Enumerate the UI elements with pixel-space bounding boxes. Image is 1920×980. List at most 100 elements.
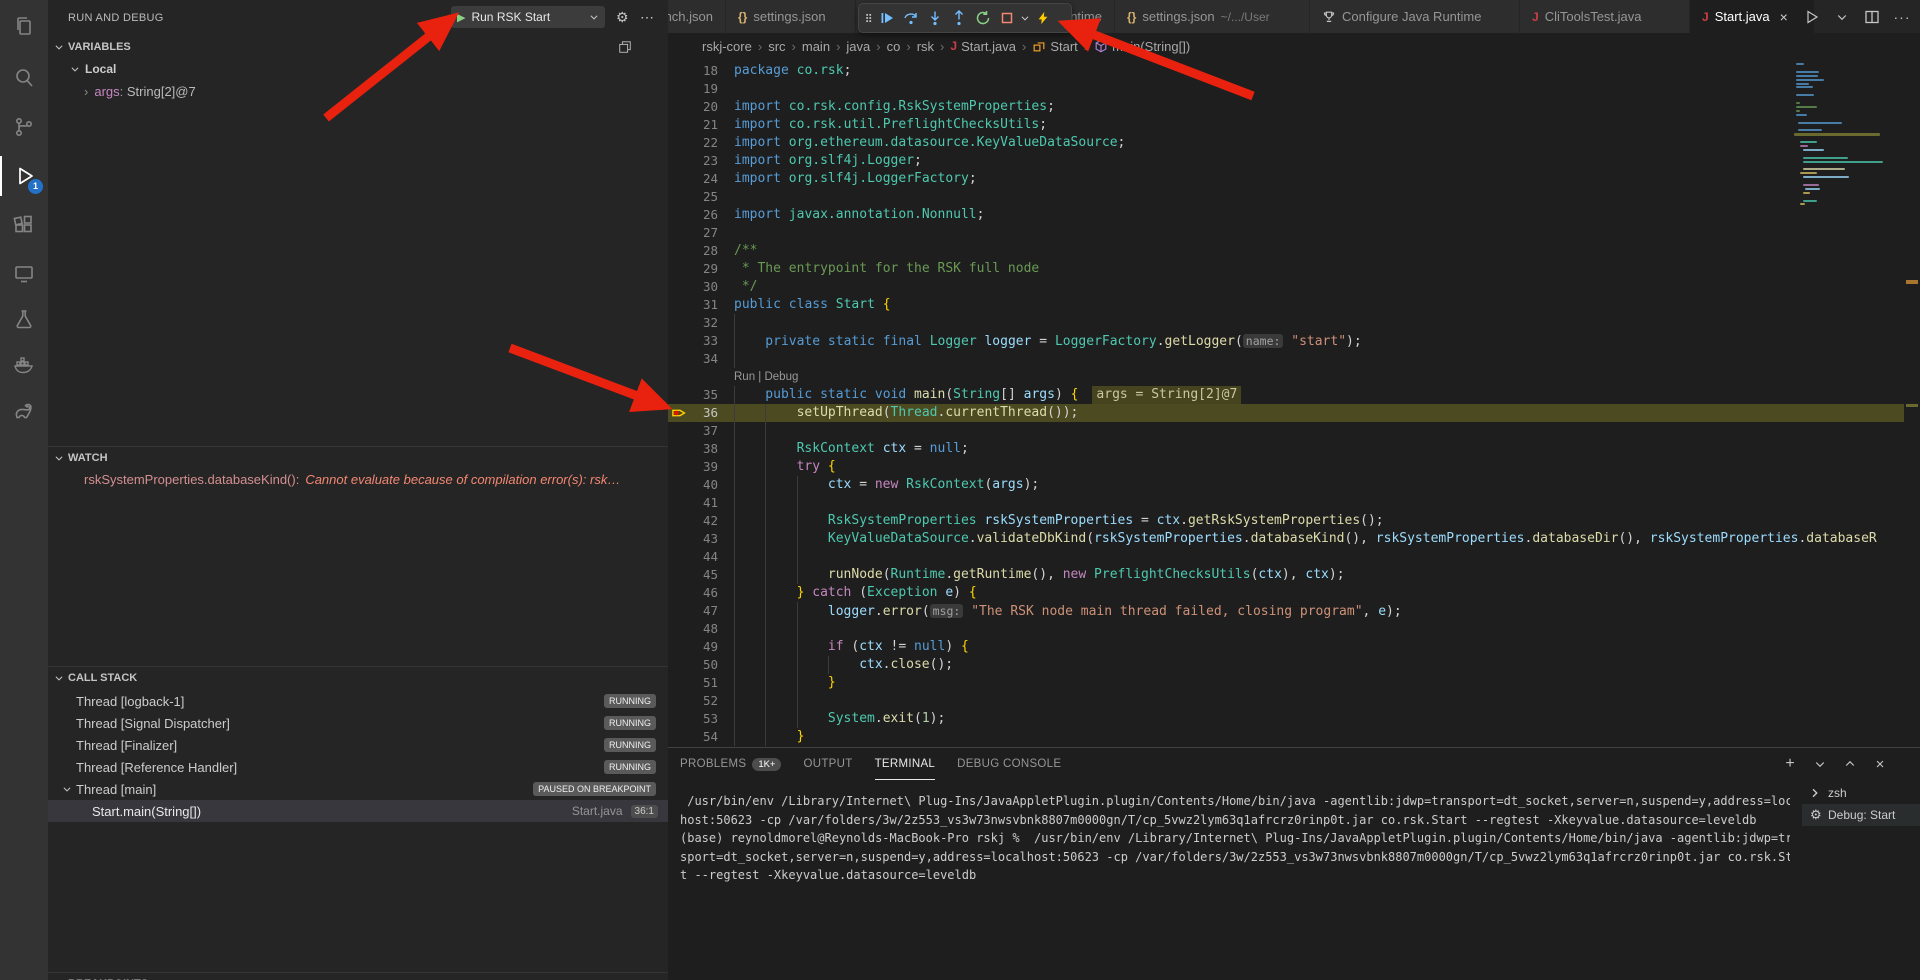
terminal-list-item-debug-start[interactable]: ⚙Debug: Start — [1802, 804, 1920, 826]
breadcrumb-item-main[interactable]: main — [802, 39, 830, 54]
step-out-button[interactable] — [947, 6, 971, 30]
activity-bar-item-remote-explorer[interactable] — [0, 254, 48, 294]
run-dropdown[interactable] — [1832, 7, 1852, 27]
activity-bar-item-run-and-debug[interactable]: 1 — [0, 156, 48, 196]
call-stack-thread-row[interactable]: Thread [logback-1]RUNNING — [48, 690, 668, 712]
code-line-41[interactable]: 41 — [668, 494, 1904, 512]
tab-start.java[interactable]: JStart.java× — [1690, 0, 1815, 33]
step-into-button[interactable] — [923, 6, 947, 30]
breadcrumb-item-co[interactable]: co — [887, 39, 901, 54]
new-terminal-button[interactable]: + — [1780, 754, 1800, 774]
maximize-panel-button[interactable] — [1840, 754, 1860, 774]
activity-bar-item-docker[interactable] — [0, 344, 48, 384]
variables-scope-local[interactable]: Local — [48, 58, 668, 80]
code-editor[interactable]: 18package co.rsk;1920import co.rsk.confi… — [668, 59, 1920, 747]
code-line-54[interactable]: 54} — [668, 728, 1904, 746]
activity-bar-item-gradle[interactable] — [0, 392, 48, 432]
gear-icon[interactable]: ⚙ — [616, 8, 629, 26]
run-button[interactable] — [1802, 7, 1822, 27]
variables-section-header[interactable]: VARIABLES — [48, 36, 668, 58]
chevron-right-icon[interactable]: › — [84, 84, 88, 99]
paused-breakpoint-icon[interactable] — [672, 406, 688, 420]
panel-tab-debug-console[interactable]: DEBUG CONSOLE — [957, 748, 1061, 780]
watch-section-header[interactable]: WATCH — [48, 446, 668, 468]
terminal-dropdown[interactable] — [1810, 754, 1830, 774]
more-actions-icon[interactable]: ⋯ — [640, 8, 654, 26]
code-line-34[interactable]: 34 — [668, 350, 1904, 368]
terminal-output[interactable]: /usr/bin/env /Library/Internet\ Plug-Ins… — [680, 792, 1790, 885]
chevron-button[interactable] — [1019, 6, 1031, 30]
breakpoints-section-header[interactable]: BREAKPOINTS — [48, 972, 668, 980]
breadcrumb-item-rsk[interactable]: rsk — [917, 39, 934, 54]
activity-bar-item-extensions[interactable] — [0, 205, 48, 245]
code-line-30[interactable]: 30 */ — [668, 278, 1904, 296]
code-line-28[interactable]: 28/** — [668, 242, 1904, 260]
code-line-20[interactable]: 20import co.rsk.config.RskSystemProperti… — [668, 98, 1904, 116]
activity-bar-item-explorer[interactable] — [0, 6, 48, 46]
activity-bar-item-source-control[interactable] — [0, 107, 48, 147]
code-line-40[interactable]: 40ctx = new RskContext(args); — [668, 476, 1904, 494]
code-lens-run-debug[interactable]: Run | Debug — [734, 368, 798, 386]
code-line-43[interactable]: 43KeyValueDataSource.validateDbKind(rskS… — [668, 530, 1904, 548]
code-line-49[interactable]: 49if (ctx != null) { — [668, 638, 1904, 656]
code-line-29[interactable]: 29 * The entrypoint for the RSK full nod… — [668, 260, 1904, 278]
variable-row[interactable]: ›args: String[2]@7 — [48, 80, 668, 102]
stop-button[interactable] — [995, 6, 1019, 30]
tab-nch.json[interactable]: nch.json — [668, 0, 726, 33]
watch-expression-row[interactable]: rskSystemProperties.databaseKind(): Cann… — [48, 468, 668, 490]
call-stack-section-header[interactable]: CALL STACK — [48, 666, 668, 688]
code-line-51[interactable]: 51} — [668, 674, 1904, 692]
tab-clitoolstest.java[interactable]: JCliToolsTest.java — [1520, 0, 1690, 33]
code-line-22[interactable]: 22import org.ethereum.datasource.KeyValu… — [668, 134, 1904, 152]
code-line-38[interactable]: 38RskContext ctx = null; — [668, 440, 1904, 458]
code-line-45[interactable]: 45runNode(Runtime.getRuntime(), new Pref… — [668, 566, 1904, 584]
call-stack-thread-row[interactable]: Thread [Reference Handler]RUNNING — [48, 756, 668, 778]
restart-button[interactable] — [971, 6, 995, 30]
activity-bar-item-search[interactable] — [0, 58, 48, 98]
code-line-50[interactable]: 50ctx.close(); — [668, 656, 1904, 674]
code-line-31[interactable]: 31public class Start { — [668, 296, 1904, 314]
run-config-label[interactable]: Run RSK Start — [471, 10, 583, 24]
code-line-36[interactable]: 36setUpThread(Thread.currentThread()); — [668, 404, 1904, 422]
call-stack-thread-row[interactable]: Thread [Finalizer]RUNNING — [48, 734, 668, 756]
code-line-35[interactable]: 35public static void main(String[] args)… — [668, 386, 1904, 404]
breadcrumb-item-main-string-[interactable]: main(String[]) — [1094, 39, 1190, 54]
call-stack-thread-row[interactable]: Thread [main]PAUSED ON BREAKPOINT — [48, 778, 668, 800]
overview-ruler[interactable] — [1904, 0, 1920, 747]
run-config-dropdown[interactable]: ▶ Run RSK Start — [451, 6, 605, 28]
tab-configure-java-runtime[interactable]: Configure Java Runtime — [1310, 0, 1520, 33]
code-line-23[interactable]: 23import org.slf4j.Logger; — [668, 152, 1904, 170]
code-line-37[interactable]: 37 — [668, 422, 1904, 440]
breadcrumb-item-start[interactable]: Start — [1032, 39, 1077, 54]
panel-tab-terminal[interactable]: TERMINAL — [875, 748, 936, 780]
run-play-icon[interactable]: ▶ — [457, 11, 465, 24]
code-line-26[interactable]: 26import javax.annotation.Nonnull; — [668, 206, 1904, 224]
code-line-25[interactable]: 25 — [668, 188, 1904, 206]
step-over-button[interactable] — [899, 6, 923, 30]
code-line-18[interactable]: 18package co.rsk; — [668, 62, 1904, 80]
code-line-53[interactable]: 53System.exit(1); — [668, 710, 1904, 728]
code-line-24[interactable]: 24import org.slf4j.LoggerFactory; — [668, 170, 1904, 188]
continue-button[interactable] — [875, 6, 899, 30]
panel-restore-icon[interactable] — [618, 40, 632, 54]
chevron-down-icon[interactable] — [589, 12, 599, 22]
split-editor-button[interactable] — [1862, 7, 1882, 27]
call-stack-frame-row[interactable]: Start.main(String[])Start.java36:1 — [48, 800, 668, 822]
code-line-39[interactable]: 39try { — [668, 458, 1904, 476]
close-panel-button[interactable]: × — [1870, 754, 1890, 774]
code-line-33[interactable]: 33private static final Logger logger = L… — [668, 332, 1904, 350]
code-line-44[interactable]: 44 — [668, 548, 1904, 566]
close-icon[interactable]: × — [1780, 9, 1788, 25]
terminal-list-item-zsh[interactable]: zsh — [1802, 782, 1920, 804]
call-stack-thread-row[interactable]: Thread [Signal Dispatcher]RUNNING — [48, 712, 668, 734]
breadcrumb-item-java[interactable]: java — [846, 39, 870, 54]
tab-settings.json[interactable]: {}settings.json — [726, 0, 856, 33]
code-line-52[interactable]: 52 — [668, 692, 1904, 710]
code-line-48[interactable]: 48 — [668, 620, 1904, 638]
code-line-21[interactable]: 21import co.rsk.util.PreflightChecksUtil… — [668, 116, 1904, 134]
code-line-47[interactable]: 47logger.error(msg: "The RSK node main t… — [668, 602, 1904, 620]
hot-code-replace-button[interactable] — [1031, 6, 1055, 30]
code-line-27[interactable]: 27 — [668, 224, 1904, 242]
breadcrumb-item-rskj-core[interactable]: rskj-core — [702, 39, 752, 54]
breadcrumb-item-start.java[interactable]: JStart.java — [950, 39, 1016, 54]
